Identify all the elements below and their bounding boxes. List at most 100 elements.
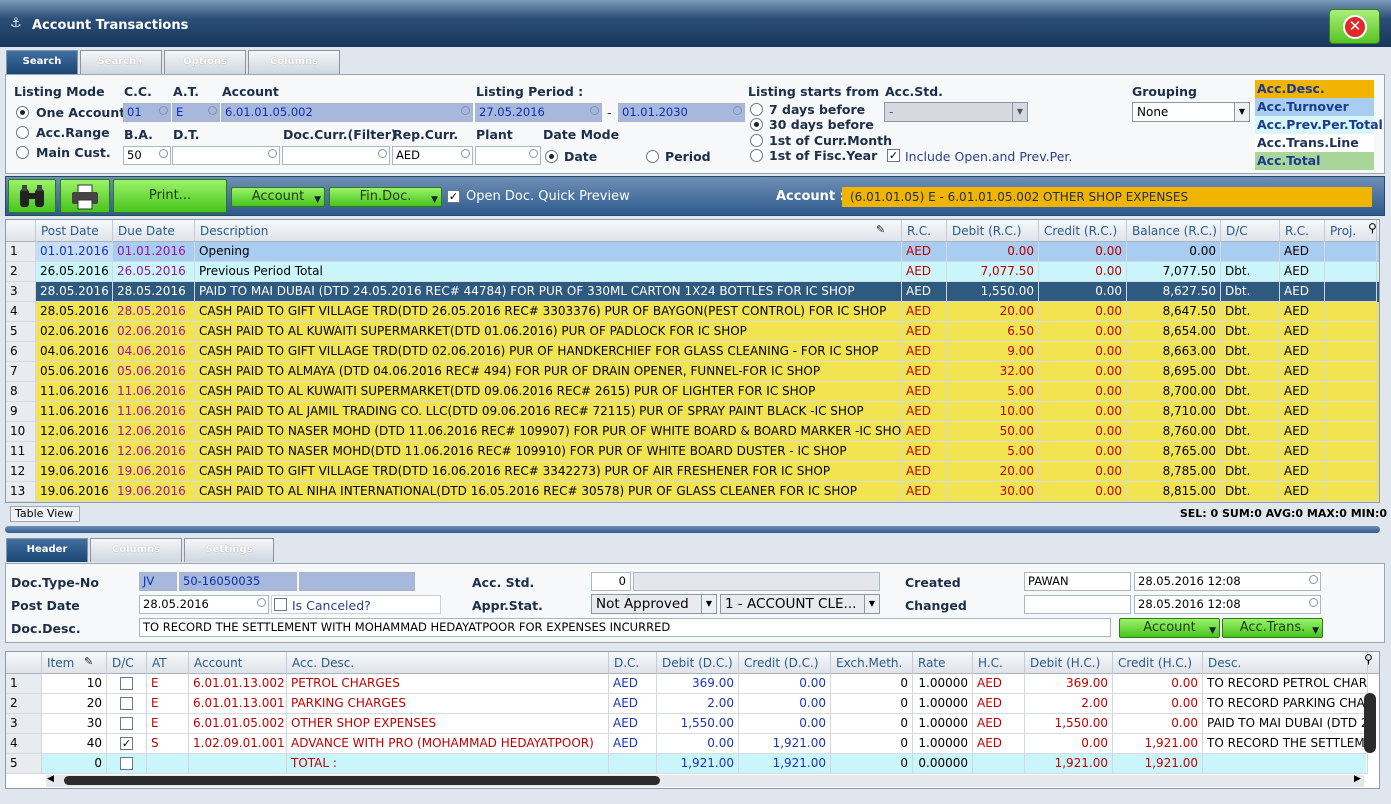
acc-desc-header[interactable]: Acc. Desc.: [287, 652, 609, 674]
acc-total-item[interactable]: Acc.Total: [1255, 152, 1374, 170]
radio-30-days[interactable]: [750, 118, 763, 131]
table-row[interactable]: 13 19.06.2016 19.06.2016 CASH PAID TO AL NI…: [6, 482, 1379, 502]
dt-field[interactable]: [172, 146, 280, 165]
credit-dc-header[interactable]: Credit (D.C.): [739, 652, 831, 674]
table-row[interactable]: 12 19.06.2016 19.06.2016 CASH PAID TO GIFT …: [6, 462, 1379, 482]
doc-no-field[interactable]: 50-16050035: [179, 572, 297, 591]
tab-search-plus[interactable]: Search+: [80, 50, 162, 74]
table-row[interactable]: 9 11.06.2016 11.06.2016 CASH PAID TO AL JAM…: [6, 402, 1379, 422]
table-row[interactable]: 5 02.06.2016 02.06.2016 CASH PAID TO AL KUW…: [6, 322, 1379, 342]
table-row[interactable]: 11 12.06.2016 12.06.2016 CASH PAID TO NASER…: [6, 442, 1379, 462]
description-header[interactable]: Description: [195, 220, 902, 242]
tab-options[interactable]: Options: [164, 50, 246, 74]
tab-search[interactable]: Search: [6, 50, 78, 74]
radio-main-cust[interactable]: [16, 146, 29, 159]
at-field[interactable]: E: [172, 103, 220, 122]
table-row[interactable]: 8 11.06.2016 11.06.2016 CASH PAID TO AL KUW…: [6, 382, 1379, 402]
line-row[interactable]: 2 20 E 6.01.01.13.001 PARKING CHARGES AED 2.00…: [6, 694, 1368, 714]
cc-field[interactable]: 01: [123, 103, 171, 122]
grouping-select[interactable]: None ▼: [1132, 102, 1250, 122]
plant-field[interactable]: [475, 146, 541, 165]
account-header[interactable]: Account: [189, 652, 287, 674]
radio-fisc-year[interactable]: [750, 149, 763, 162]
doc-type-field[interactable]: JV: [139, 572, 177, 591]
table-row[interactable]: 4 28.05.2016 28.05.2016 CASH PAID TO GIFT V…: [6, 302, 1379, 322]
table-row[interactable]: 7 05.06.2016 05.06.2016 CASH PAID TO ALMAYA…: [6, 362, 1379, 382]
table-row[interactable]: 2 26.05.2016 26.05.2016 Previous Period Tot…: [6, 262, 1379, 282]
print-icon-button[interactable]: [60, 179, 110, 213]
exch-meth-header[interactable]: Exch.Meth.: [831, 652, 913, 674]
period-from-field[interactable]: 27.05.2016: [475, 103, 602, 122]
debit-hc-header[interactable]: Debit (H.C.): [1025, 652, 1113, 674]
dc-header[interactable]: D/C: [107, 652, 147, 674]
table-view-tab[interactable]: Table View: [10, 506, 80, 522]
dc-checkbox[interactable]: [120, 757, 133, 770]
scroll-right-icon[interactable]: ▶: [1354, 774, 1361, 784]
close-button[interactable]: ✕: [1329, 9, 1380, 44]
rc-header[interactable]: R.C.: [902, 220, 947, 242]
acc-turnover-item[interactable]: Acc.Turnover: [1255, 98, 1374, 116]
dc-checkbox[interactable]: [120, 697, 133, 710]
tab-settings[interactable]: Settings: [184, 538, 274, 562]
due-date-header[interactable]: Due Date: [113, 220, 195, 242]
acc-std-select[interactable]: - ▼: [884, 102, 1028, 122]
post-date-field[interactable]: 28.05.2016: [139, 595, 269, 614]
ba-field[interactable]: 50: [123, 146, 171, 165]
quick-preview-checkbox[interactable]: ✓: [447, 190, 460, 203]
doc-curr-field[interactable]: [282, 146, 390, 165]
debit-header[interactable]: Debit (R.C.): [947, 220, 1039, 242]
at-header[interactable]: AT: [147, 652, 189, 674]
dc-header[interactable]: D/C: [1221, 220, 1280, 242]
radio-curr-month[interactable]: [750, 134, 763, 147]
acc-std-field[interactable]: 0: [591, 572, 631, 591]
dc-checkbox[interactable]: ✓: [120, 737, 133, 750]
desc-header[interactable]: Desc.: [1203, 652, 1368, 674]
rate-header[interactable]: Rate: [913, 652, 973, 674]
radio-date[interactable]: [545, 150, 558, 163]
table-row[interactable]: 10 12.06.2016 12.06.2016 CASH PAID TO NASER…: [6, 422, 1379, 442]
rc2-header[interactable]: R.C.: [1280, 220, 1325, 242]
line-row[interactable]: 5 0 TOTAL :1,921.00 1,921.00 0 0.00000 1,921.0…: [6, 754, 1368, 774]
header-account-button[interactable]: Account ▼: [1119, 618, 1220, 638]
appr-step-select[interactable]: 1 - ACCOUNT CLE... ▼: [720, 594, 880, 614]
debit-dc-header[interactable]: Debit (D.C.): [657, 652, 739, 674]
grid-search-icon[interactable]: ⚲: [1368, 221, 1377, 235]
line-row[interactable]: 4 40 ✓ S 1.02.09.01.001 ADVANCE WITH PRO (MOH…: [6, 734, 1368, 754]
acc-trans-line-item[interactable]: Acc.Trans.Line: [1255, 134, 1374, 152]
acc-trans-button[interactable]: Acc.Trans. ▼: [1222, 618, 1323, 638]
tab-columns[interactable]: Columns: [248, 50, 340, 74]
lines-vertical-scrollbar[interactable]: [1364, 693, 1376, 753]
line-row[interactable]: 3 30 E 6.01.01.05.002 OTHER SHOP EXPENSES AED…: [6, 714, 1368, 734]
doc-desc-field[interactable]: TO RECORD THE SETTLEMENT WITH MOHAMMAD H…: [139, 618, 1111, 637]
tab-header[interactable]: Header: [6, 538, 88, 562]
dc-checkbox[interactable]: [120, 677, 133, 690]
line-row[interactable]: 1 10 E 6.01.01.13.002 PETROL CHARGES AED 369.0…: [6, 674, 1368, 694]
account-dropdown-button[interactable]: Account ▼: [231, 187, 325, 207]
splitter-bar[interactable]: [5, 526, 1380, 533]
include-open-checkbox[interactable]: ✓: [887, 149, 900, 162]
search-button[interactable]: [8, 179, 56, 213]
canceled-checkbox[interactable]: [274, 598, 287, 611]
balance-header[interactable]: Balance (R.C.): [1127, 220, 1221, 242]
item-header[interactable]: Item: [42, 652, 107, 674]
tab-detail-columns[interactable]: Columns: [90, 538, 182, 562]
lines-search-icon[interactable]: ⚲: [1364, 652, 1373, 666]
dc-curr-header[interactable]: D.C.: [609, 652, 657, 674]
acc-prev-per-item[interactable]: Acc.Prev.Per.Total: [1255, 116, 1383, 134]
print-button[interactable]: Print...: [113, 179, 227, 213]
hc-header[interactable]: H.C.: [973, 652, 1025, 674]
credit-header[interactable]: Credit (R.C.): [1039, 220, 1127, 242]
radio-acc-range[interactable]: [16, 126, 29, 139]
table-row[interactable]: 6 04.06.2016 04.06.2016 CASH PAID TO GIFT V…: [6, 342, 1379, 362]
lines-horizontal-scrollbar[interactable]: [64, 776, 660, 785]
findoc-dropdown-button[interactable]: Fin.Doc. ▼: [329, 187, 442, 207]
radio-one-account[interactable]: [16, 106, 29, 119]
appr-stat-select[interactable]: Not Approved ▼: [591, 594, 717, 614]
doc-extra-field[interactable]: [299, 572, 415, 591]
table-row[interactable]: 1 01.01.2016 01.01.2016 Opening AED 0.00 0.00 0…: [6, 242, 1379, 262]
radio-period[interactable]: [646, 150, 659, 163]
post-date-header[interactable]: Post Date: [36, 220, 113, 242]
account-field[interactable]: 6.01.01.05.002: [221, 103, 473, 122]
scroll-left-icon[interactable]: ◀: [47, 774, 54, 784]
credit-hc-header[interactable]: Credit (H.C.): [1113, 652, 1203, 674]
